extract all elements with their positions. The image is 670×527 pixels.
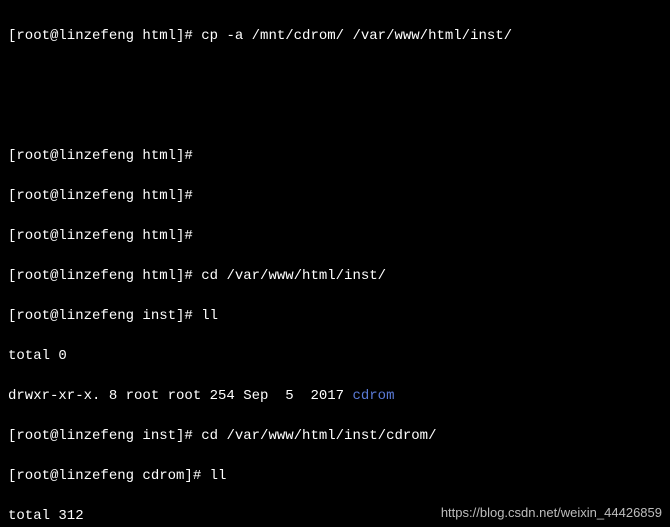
prompt: [root@linzefeng html]#	[8, 148, 201, 164]
blank-line	[8, 106, 662, 126]
command-line: [root@linzefeng html]# cd /var/www/html/…	[8, 266, 662, 286]
command-text: cp -a /mnt/cdrom/ /var/www/html/inst/	[201, 28, 512, 44]
blank-line	[8, 66, 662, 86]
command-text: ll	[201, 308, 218, 324]
command-line: [root@linzefeng html]# cp -a /mnt/cdrom/…	[8, 26, 662, 46]
prompt: [root@linzefeng cdrom]#	[8, 468, 210, 484]
watermark-text: https://blog.csdn.net/weixin_44426859	[441, 503, 662, 523]
prompt: [root@linzefeng html]#	[8, 268, 201, 284]
command-line: [root@linzefeng html]#	[8, 186, 662, 206]
prompt: [root@linzefeng html]#	[8, 28, 201, 44]
output-line: total 0	[8, 346, 662, 366]
command-line: [root@linzefeng html]#	[8, 146, 662, 166]
prompt: [root@linzefeng inst]#	[8, 428, 201, 444]
command-line: [root@linzefeng inst]# cd /var/www/html/…	[8, 426, 662, 446]
command-line: [root@linzefeng cdrom]# ll	[8, 466, 662, 486]
command-line: [root@linzefeng html]#	[8, 226, 662, 246]
command-text: cd /var/www/html/inst/cdrom/	[201, 428, 436, 444]
total-line: total 312	[8, 508, 84, 524]
dir-name: cdrom	[352, 388, 394, 404]
prompt: [root@linzefeng html]#	[8, 188, 201, 204]
command-text: ll	[210, 468, 227, 484]
command-line: [root@linzefeng inst]# ll	[8, 306, 662, 326]
total-line: total 0	[8, 348, 67, 364]
listing-row: drwxr-xr-x. 8 root root 254 Sep 5 2017 c…	[8, 386, 662, 406]
terminal-window[interactable]: [root@linzefeng html]# cp -a /mnt/cdrom/…	[0, 0, 670, 527]
prompt: [root@linzefeng html]#	[8, 228, 201, 244]
command-text: cd /var/www/html/inst/	[201, 268, 386, 284]
prompt: [root@linzefeng inst]#	[8, 308, 201, 324]
file-meta: drwxr-xr-x. 8 root root 254 Sep 5 2017	[8, 388, 352, 404]
